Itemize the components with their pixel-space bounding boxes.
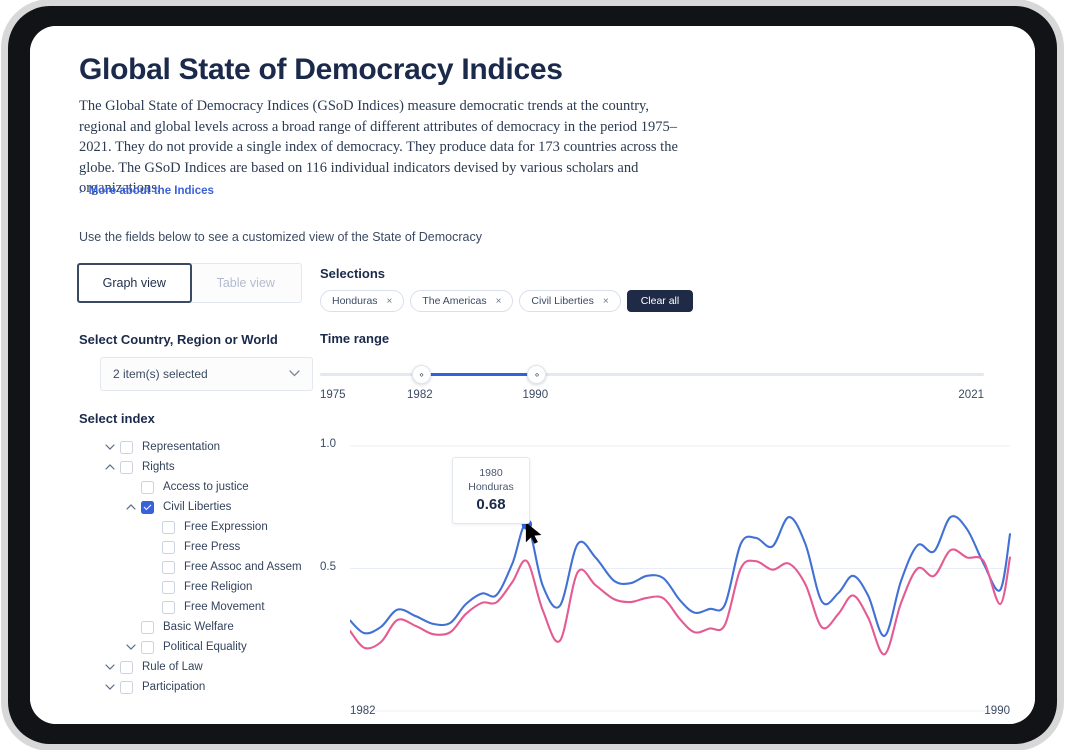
- chevron-down-icon[interactable]: [100, 684, 120, 690]
- chevron-down-icon[interactable]: [100, 664, 120, 670]
- page-title: Global State of Democracy Indices: [79, 53, 563, 87]
- tooltip-value: 0.68: [457, 495, 525, 514]
- checkbox[interactable]: [162, 581, 175, 594]
- x-axis-tick-end: 1990: [984, 705, 1010, 717]
- selection-chip[interactable]: Civil Liberties ×: [519, 290, 620, 312]
- tree-row-label: Participation: [142, 681, 205, 693]
- instructions-text: Use the fields below to see a customized…: [79, 230, 482, 244]
- tree-row[interactable]: Free Press: [100, 537, 350, 557]
- tree-row-label: Access to justice: [163, 481, 249, 493]
- app-page: Global State of Democracy Indices The Gl…: [30, 26, 1035, 724]
- tree-row[interactable]: Access to justice: [100, 477, 350, 497]
- checkbox[interactable]: [120, 681, 133, 694]
- selection-chips: Honduras × The Americas × Civil Liberties × Cl…: [320, 290, 693, 312]
- device-bezel: Global State of Democracy Indices The Gl…: [8, 6, 1057, 744]
- chip-label: Honduras: [332, 295, 378, 307]
- tree-row-label: Political Equality: [163, 641, 247, 653]
- checkbox[interactable]: [162, 561, 175, 574]
- checkbox[interactable]: [120, 661, 133, 674]
- slider-selected-range: [421, 373, 536, 376]
- checkbox[interactable]: [141, 621, 154, 634]
- index-tree: Representation Rights Access to justice Civ…: [100, 437, 350, 697]
- line-chart: [350, 421, 1020, 721]
- view-toggle: Graph view Table view: [77, 263, 302, 303]
- checkbox[interactable]: [162, 541, 175, 554]
- chart-container: 1.0 0.5 1980 Honduras 0.68 1982 1990: [320, 421, 1020, 721]
- chevron-up-icon[interactable]: [100, 464, 120, 470]
- chevron-down-icon[interactable]: [121, 644, 141, 650]
- slider-tick-end: 1990: [523, 389, 549, 401]
- tree-row[interactable]: Free Assoc and Assem: [100, 557, 350, 577]
- chip-label: The Americas: [422, 295, 486, 307]
- tree-row[interactable]: Participation: [100, 677, 350, 697]
- checkbox[interactable]: [120, 441, 133, 454]
- tree-row-label: Rule of Law: [142, 661, 203, 673]
- checkbox[interactable]: [141, 501, 154, 514]
- tab-table-view[interactable]: Table view: [191, 264, 302, 302]
- selection-chip[interactable]: The Americas ×: [410, 290, 513, 312]
- tree-row[interactable]: Political Equality: [100, 637, 350, 657]
- tree-row[interactable]: Civil Liberties: [100, 497, 350, 517]
- tree-row[interactable]: Representation: [100, 437, 350, 457]
- close-icon[interactable]: ×: [496, 296, 502, 307]
- tree-row[interactable]: Free Religion: [100, 577, 350, 597]
- device-screen: Global State of Democracy Indices The Gl…: [30, 26, 1035, 724]
- slider-tick-min: 1975: [320, 389, 346, 401]
- checkbox[interactable]: [141, 481, 154, 494]
- chart-tooltip: 1980 Honduras 0.68: [452, 457, 530, 524]
- intro-paragraph: The Global State of Democracy Indices (G…: [79, 96, 687, 199]
- tree-row-label: Free Press: [184, 541, 240, 553]
- selection-chip[interactable]: Honduras ×: [320, 290, 404, 312]
- chevron-up-icon[interactable]: [121, 504, 141, 510]
- index-tree-label: Select index: [79, 411, 155, 426]
- clear-all-button[interactable]: Clear all: [627, 290, 694, 312]
- tree-row[interactable]: Rights: [100, 457, 350, 477]
- tree-row-label: Civil Liberties: [163, 501, 231, 513]
- time-range-heading: Time range: [320, 331, 389, 346]
- selections-heading: Selections: [320, 266, 385, 281]
- y-axis-tick-mid: 0.5: [320, 561, 336, 573]
- tree-row[interactable]: Free Expression: [100, 517, 350, 537]
- tree-row-label: Rights: [142, 461, 175, 473]
- slider-tick-start: 1982: [407, 389, 433, 401]
- time-range-slider[interactable]: ‹› ‹› 1975 1982 1990 2021: [320, 356, 984, 398]
- tooltip-year: 1980: [457, 466, 525, 480]
- checkbox[interactable]: [162, 601, 175, 614]
- country-select-value: 2 item(s) selected: [113, 367, 289, 381]
- tree-row[interactable]: Free Movement: [100, 597, 350, 617]
- x-axis-tick-start: 1982: [350, 705, 376, 717]
- checkbox[interactable]: [120, 461, 133, 474]
- tree-row[interactable]: Rule of Law: [100, 657, 350, 677]
- chip-label: Civil Liberties: [531, 295, 593, 307]
- close-icon[interactable]: ×: [387, 296, 393, 307]
- slider-tick-max: 2021: [958, 389, 984, 401]
- chevron-down-icon[interactable]: [100, 444, 120, 450]
- checkbox[interactable]: [162, 521, 175, 534]
- tab-graph-view[interactable]: Graph view: [77, 263, 192, 303]
- tree-row-label: Free Assoc and Assem: [184, 561, 302, 573]
- tree-row-label: Free Religion: [184, 581, 252, 593]
- slider-handle-start[interactable]: ‹›: [412, 365, 431, 384]
- more-about-indices-label: More about the Indices: [89, 185, 214, 197]
- more-about-indices-link[interactable]: › More about the Indices: [79, 185, 214, 197]
- y-axis-tick-top: 1.0: [320, 438, 336, 450]
- tree-row-label: Basic Welfare: [163, 621, 234, 633]
- chevron-right-icon: ›: [79, 186, 83, 197]
- chevron-down-icon: [289, 368, 300, 380]
- tree-row-label: Representation: [142, 441, 220, 453]
- country-select-label: Select Country, Region or World: [79, 332, 278, 347]
- checkbox[interactable]: [141, 641, 154, 654]
- tree-row-label: Free Movement: [184, 601, 265, 613]
- close-icon[interactable]: ×: [603, 296, 609, 307]
- country-select-dropdown[interactable]: 2 item(s) selected: [100, 357, 313, 391]
- slider-handle-end[interactable]: ‹›: [527, 365, 546, 384]
- tree-row[interactable]: Basic Welfare: [100, 617, 350, 637]
- tree-row-label: Free Expression: [184, 521, 268, 533]
- tooltip-series-name: Honduras: [457, 480, 525, 494]
